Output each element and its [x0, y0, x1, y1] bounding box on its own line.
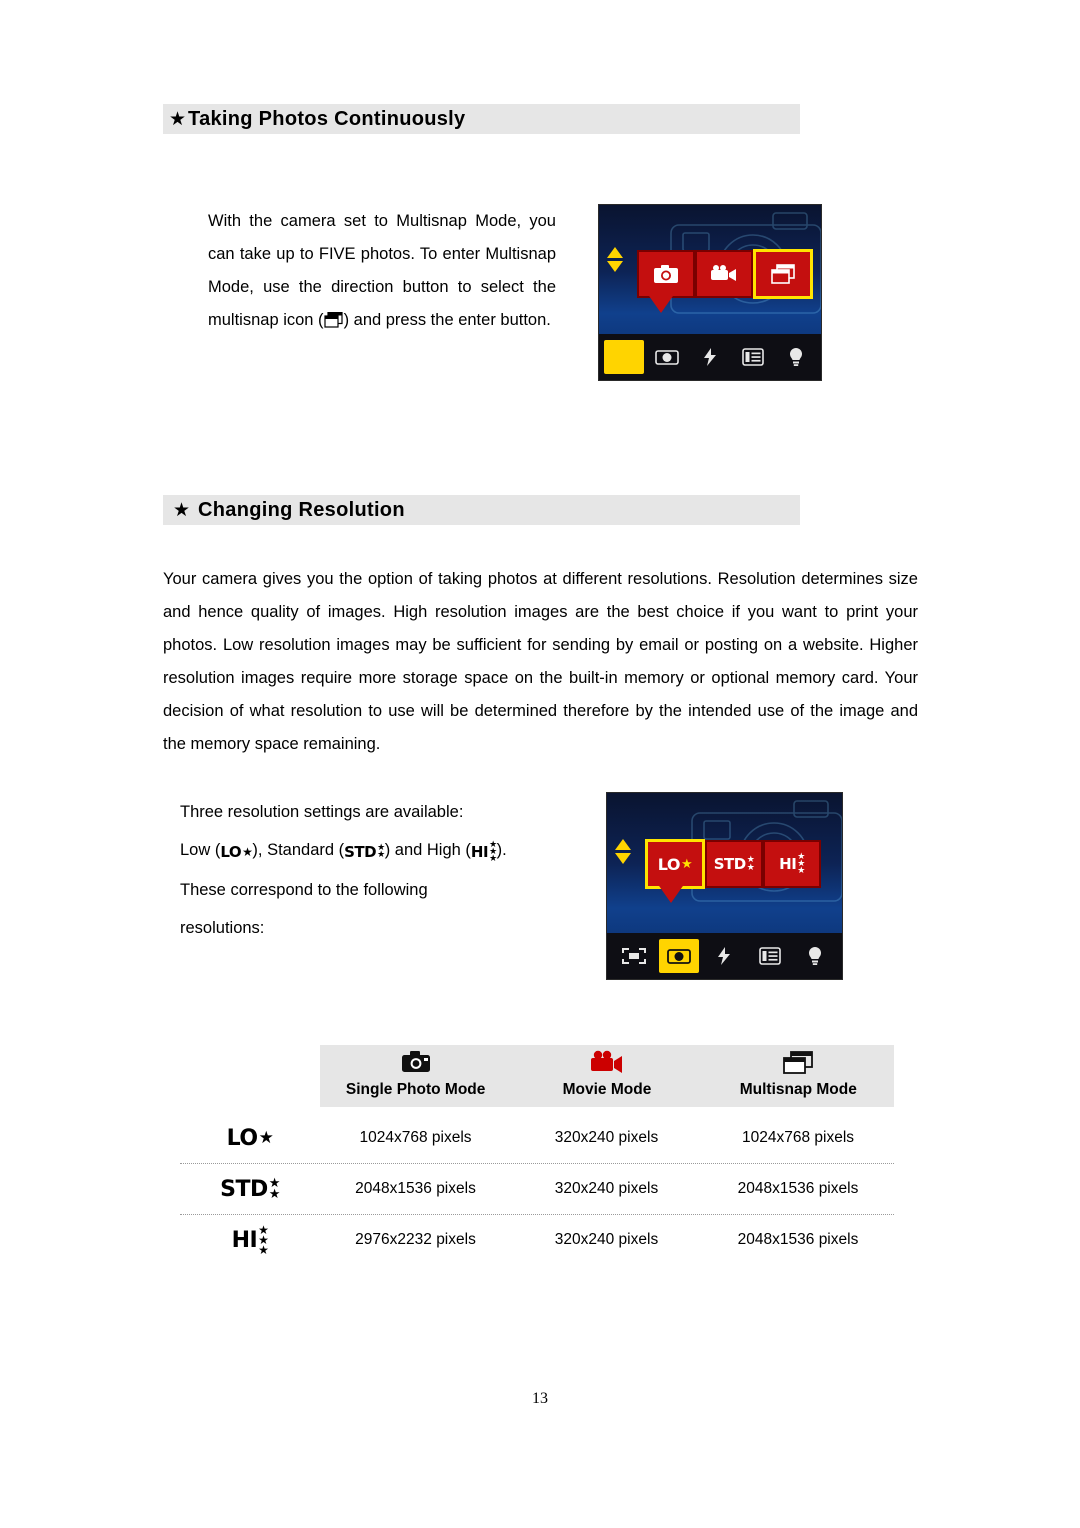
bulb-icon[interactable]: [776, 340, 816, 374]
multisnap-icon: [323, 307, 344, 328]
section2-paragraph: Your camera gives you the option of taki…: [163, 570, 918, 753]
row-label-hi: HI ★ ★ ★: [231, 1223, 269, 1257]
multisnap-icon: [703, 1050, 894, 1081]
resolution-table: Single Photo Mode Movie Mode Multisnap M…: [180, 1045, 894, 1265]
frame-icon[interactable]: [604, 340, 645, 374]
std-glyph-icon: STD ★ ★: [344, 843, 385, 861]
cell-hi-single: 2976x2232 pixels: [355, 1231, 476, 1248]
direction-arrows-icon: [607, 247, 623, 272]
bullet-star-icon: ★: [169, 108, 187, 130]
table-icon-row: [320, 1050, 894, 1081]
photo-mode-icon[interactable]: [647, 340, 687, 374]
table-row: LO ★ 1024x768 pixels 320x240 pixels 1024x…: [180, 1113, 894, 1164]
intro-low-text: Low (: [180, 841, 221, 859]
document-page: ★ Taking Photos Continuously With the ca…: [0, 0, 1080, 1528]
mode-movie[interactable]: [695, 250, 753, 298]
single-photo-icon: [320, 1051, 511, 1081]
table-row: STD ★ ★ 2048x1536 pixels 320x240 pixels 20…: [180, 1164, 894, 1215]
section-heading-changing-resolution: ★ Changing Resolution: [163, 495, 800, 525]
menu-icon[interactable]: [733, 340, 773, 374]
resolution-option-hi[interactable]: HI ★ ★ ★: [763, 840, 821, 888]
flash-icon[interactable]: [704, 939, 744, 973]
camera-lcd-resolution: LO ★ STD ★ ★ HI ★ ★ ★: [606, 792, 843, 980]
resolution-intro-block: Three resolution settings are available:…: [180, 793, 580, 947]
mode-strip: [637, 249, 813, 299]
lcd-bottom-toolbar: [599, 334, 821, 380]
resolution-intro-line3: These correspond to the following: [180, 881, 428, 899]
intro-mid-text: ), Standard (: [252, 841, 345, 859]
resolution-option-std[interactable]: STD ★ ★: [705, 840, 763, 888]
cell-hi-multisnap: 2048x1536 pixels: [737, 1231, 859, 1248]
page-number: 13: [532, 1390, 548, 1407]
flash-icon[interactable]: [690, 340, 730, 374]
callout-tail: [647, 293, 675, 313]
bullet-star-icon: ★: [173, 499, 191, 521]
column-header-multisnap-mode: Multisnap Mode: [739, 1081, 857, 1098]
table-header-row: Single Photo Mode Movie Mode Multisnap M…: [320, 1045, 894, 1107]
mode-single-photo[interactable]: [637, 250, 695, 298]
bulb-icon[interactable]: [795, 939, 835, 973]
section-title: Changing Resolution: [198, 498, 405, 521]
lo-glyph-icon: LO ★: [220, 843, 253, 861]
photo-mode-icon[interactable]: [659, 939, 700, 973]
section1-text-part2: ) and press the enter button.: [343, 311, 551, 329]
hi-glyph-icon: HI ★ ★ ★: [470, 839, 497, 864]
intro-close-text: ).: [496, 841, 507, 859]
resolution-intro-line4: resolutions:: [180, 919, 265, 937]
row-label-lo: LO ★: [226, 1125, 274, 1151]
lcd-bottom-toolbar: [607, 933, 842, 979]
cell-std-movie: 320x240 pixels: [554, 1180, 659, 1197]
cell-std-single: 2048x1536 pixels: [355, 1180, 476, 1197]
callout-tail: [657, 883, 685, 903]
resolution-option-lo[interactable]: LO ★: [645, 839, 705, 889]
movie-icon: [511, 1050, 702, 1081]
table-row: HI ★ ★ ★ 2976x2232 pixels 320x240 pixels 20…: [180, 1215, 894, 1265]
cell-lo-single: 1024x768 pixels: [359, 1129, 472, 1146]
cell-lo-multisnap: 1024x768 pixels: [741, 1129, 855, 1146]
section-title: Taking Photos Continuously: [188, 107, 466, 130]
cell-std-multisnap: 2048x1536 pixels: [737, 1180, 859, 1197]
menu-icon[interactable]: [750, 939, 790, 973]
camera-lcd-multisnap: [598, 204, 822, 381]
resolution-intro-line2: Low (LO ★), Standard (STD ★ ★) and High (HI…: [180, 831, 580, 871]
direction-arrows-icon: [615, 839, 631, 864]
cell-lo-movie: 320x240 pixels: [554, 1129, 659, 1146]
cell-hi-movie: 320x240 pixels: [554, 1231, 659, 1248]
resolution-intro-line1: Three resolution settings are available:: [180, 803, 464, 821]
section-heading-taking-photos: ★ Taking Photos Continuously: [163, 104, 800, 134]
row-label-std: STD ★ ★: [220, 1176, 280, 1202]
mode-multisnap[interactable]: [753, 249, 813, 299]
column-header-movie-mode: Movie Mode: [562, 1081, 652, 1098]
section1-paragraph: With the camera set to Multisnap Mode, y…: [208, 205, 556, 337]
column-header-single-photo-mode: Single Photo Mode: [345, 1081, 486, 1098]
resolution-mode-strip: LO ★ STD ★ ★ HI ★ ★ ★: [645, 839, 821, 889]
frame-icon[interactable]: [614, 939, 654, 973]
intro-high-text: ) and High (: [384, 841, 471, 859]
